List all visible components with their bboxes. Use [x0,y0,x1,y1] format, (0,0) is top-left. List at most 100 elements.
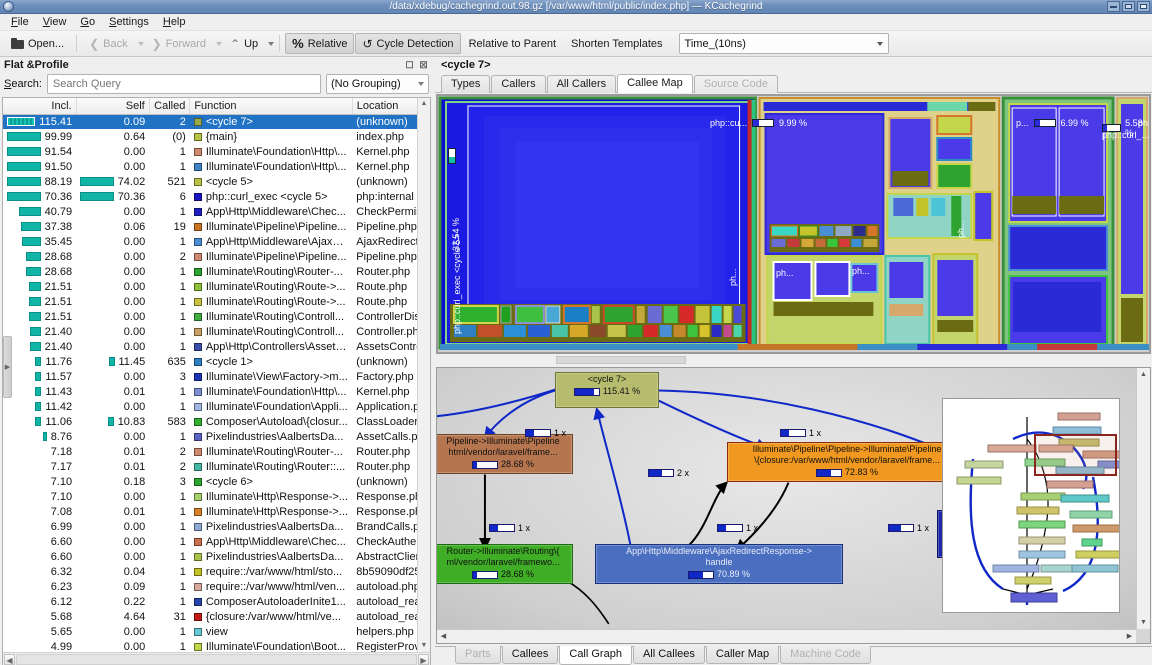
table-row[interactable]: 70.36 70.36 6 php::curl_exec <cycle 5> php:i… [3,189,430,204]
table-row[interactable]: 6.12 0.22 1 ComposerAutoloaderInite1... auto… [3,594,430,609]
call-graph-minimap[interactable] [942,398,1120,613]
table-row[interactable]: 7.17 0.01 2 Illuminate\Routing\Router::... R… [3,459,430,474]
call-graph-vscrollbar[interactable]: ▲ ▼ [1136,368,1150,629]
relative-button[interactable]: % Relative [285,33,355,54]
scroll-down-icon[interactable]: ▼ [1137,616,1150,629]
col-self[interactable]: Self [76,98,150,115]
table-row[interactable]: 21.51 0.00 1 Illuminate\Routing\Route->... R… [3,279,430,294]
back-dropdown-icon[interactable] [137,41,144,46]
graph-node-router[interactable]: Router->Illuminate\Routing\{ml/vendor/la… [437,544,573,584]
menu-file[interactable]: File [4,14,36,30]
hscroll-track[interactable] [16,653,417,665]
col-called[interactable]: Called [149,98,191,115]
table-row[interactable]: 7.18 0.01 2 Illuminate\Routing\Router-... Ro… [3,444,430,459]
maximize-button[interactable] [1122,1,1135,12]
table-row[interactable]: 6.23 0.09 1 require::/var/www/html/ven... au… [3,579,430,594]
call-graph-hscrollbar[interactable]: ◀ ▶ [437,629,1136,643]
tab-all-callers[interactable]: All Callers [546,75,617,93]
table-row[interactable]: 88.19 74.02 521 <cycle 5> (unknown) [3,174,430,189]
grouping-combo[interactable]: (No Grouping) [326,74,429,94]
graph-node-ajax[interactable]: App\Http\Middleware\AjaxRedirectResponse… [595,544,843,584]
table-row[interactable]: 21.51 0.00 1 Illuminate\Routing\Route->... R… [3,294,430,309]
table-row[interactable]: 7.10 0.00 1 Illuminate\Http\Response->... Re… [3,489,430,504]
scroll-right-icon[interactable]: ▶ [1123,630,1136,643]
table-row[interactable]: 11.57 0.00 3 Illuminate\View\Factory->m... F… [3,369,430,384]
scroll-down-icon[interactable]: ▼ [418,640,430,652]
scroll-right-icon[interactable]: ▶ [418,653,429,665]
event-type-combo[interactable]: Time_(10ns) [678,33,889,54]
table-row[interactable]: 11.43 0.01 1 Illuminate\Foundation\Http\...… [3,384,430,399]
relative-to-parent-button[interactable]: Relative to Parent [462,33,563,54]
menu-go[interactable]: Go [73,14,102,30]
scroll-left-icon[interactable]: ◀ [437,630,450,643]
table-row[interactable]: 11.76 11.45 635 <cycle 1> (unknown) [3,354,430,369]
table-row[interactable]: 4.99 0.00 1 Illuminate\Foundation\Boot... Re… [3,639,430,653]
up-dropdown-icon[interactable] [268,41,275,46]
forward-dropdown-icon[interactable] [216,41,223,46]
close-button[interactable] [1137,1,1150,12]
back-button[interactable]: ❮ Back [82,33,135,54]
table-row[interactable]: 28.68 0.00 1 Illuminate\Routing\Router-... R… [3,264,430,279]
menu-view[interactable]: View [36,14,74,30]
table-row[interactable]: 21.51 0.00 1 Illuminate\Routing\Controll...… [3,309,430,324]
callee-map[interactable]: 32.54 % php::curl_exec <cycle 5> php::cu… [436,94,1151,354]
table-row[interactable]: 21.40 0.00 1 App\Http\Controllers\Assets...… [3,339,430,354]
callee-map-hscroll-thumb[interactable] [556,356,686,364]
col-incl[interactable]: Incl. [3,98,77,115]
table-row[interactable]: 11.06 10.83 583 Composer\Autoload\{closur..… [3,414,430,429]
dock-close-icon[interactable]: ☒ [418,60,429,71]
table-row[interactable]: 6.60 0.00 1 Pixelindustries\AalbertsDa... Ab… [3,549,430,564]
col-function[interactable]: Function [189,98,353,115]
menu-help[interactable]: Help [156,14,193,30]
callee-map-hscrollbar[interactable] [436,355,1151,365]
table-row[interactable]: 8.76 0.00 1 Pixelindustries\AalbertsDa... As… [3,429,430,444]
table-row[interactable]: 6.60 0.00 1 App\Http\Middleware\Chec... Chec… [3,534,430,549]
table-row[interactable]: 37.38 0.06 19 Illuminate\Pipeline\Pipeline.… [3,219,430,234]
table-row[interactable]: 91.50 0.00 1 Illuminate\Foundation\Http\...… [3,159,430,174]
function-name: <cycle 5> [205,175,253,188]
dock-splitter-handle[interactable]: ▶ [3,336,12,398]
menu-settings[interactable]: Settings [102,14,156,30]
graph-node-cycle7[interactable]: <cycle 7> 115.41 % [555,372,659,408]
table-row[interactable]: 40.79 0.00 1 App\Http\Middleware\Chec... Che… [3,204,430,219]
edge-count-label: 1 x [809,428,822,438]
scroll-left-icon[interactable]: ◀ [4,653,15,665]
cycle-detection-button[interactable]: ↺ Cycle Detection [355,33,461,54]
scroll-up-icon[interactable]: ▲ [418,98,430,110]
table-row[interactable]: 28.68 0.00 2 Illuminate\Pipeline\Pipeline..… [3,249,430,264]
tab-caller-map[interactable]: Caller Map [705,646,780,664]
tab-call-graph[interactable]: Call Graph [559,646,632,665]
flat-profile-vscrollbar[interactable]: ▲ ▼ [417,98,430,652]
table-row[interactable]: 91.54 0.00 1 Illuminate\Foundation\Http\...… [3,144,430,159]
call-graph-panel[interactable]: <cycle 7> 115.41 % Pipeline->Illuminate\Pi… [436,367,1151,644]
up-button[interactable]: ⌃ Up [223,33,265,54]
graph-node-pipeline_left[interactable]: Pipeline->Illuminate\Pipeline html/vendor… [437,434,573,474]
shorten-templates-button[interactable]: Shorten Templates [564,33,670,54]
table-row[interactable]: 5.68 4.64 31 {closure:/var/www/html/ve... au… [3,609,430,624]
table-row[interactable]: 7.10 0.18 3 <cycle 6> (unknown) [3,474,430,489]
cell-incl: 21.51 [3,294,76,309]
table-row[interactable]: 99.99 0.64 (0) {main} index.php [3,129,430,144]
scroll-up-icon[interactable]: ▲ [1137,368,1150,381]
graph-node-pipeline_right[interactable]: Illuminate\Pipeline\Pipeline->Illuminate… [727,442,967,482]
table-row[interactable]: 6.32 0.04 1 require::/var/www/html/sto... 8b… [3,564,430,579]
table-row[interactable]: 7.08 0.01 1 Illuminate\Http\Response->... Re… [3,504,430,519]
table-row[interactable]: 11.42 0.00 1 Illuminate\Foundation\Appli...… [3,399,430,414]
tab-callee-map[interactable]: Callee Map [617,74,693,93]
table-row[interactable]: 35.45 0.00 1 App\Http\Middleware\AjaxR... Aj… [3,234,430,249]
flat-profile-hscrollbar[interactable]: ◀ ▶ [3,652,430,665]
call-graph-canvas[interactable]: <cycle 7> 115.41 % Pipeline->Illuminate\Pi… [437,368,1136,629]
dock-float-icon[interactable]: ☐ [404,60,415,71]
table-row[interactable]: 21.40 0.00 1 Illuminate\Routing\Controll...… [3,324,430,339]
tab-types[interactable]: Types [441,75,491,93]
table-row[interactable]: 5.65 0.00 1 view helpers.php [3,624,430,639]
table-row[interactable]: 6.99 0.00 1 Pixelindustries\AalbertsDa... Br… [3,519,430,534]
open-button[interactable]: Open... [4,33,71,54]
tab-callers[interactable]: Callers [491,75,546,93]
forward-button[interactable]: ❯ Forward [145,33,213,54]
tab-all-callees[interactable]: All Callees [632,646,705,664]
tab-callees[interactable]: Callees [501,646,559,664]
table-row[interactable]: 115.41 0.09 2 <cycle 7> (unknown) [3,114,430,129]
search-input[interactable] [46,74,321,94]
minimize-button[interactable] [1107,1,1120,12]
